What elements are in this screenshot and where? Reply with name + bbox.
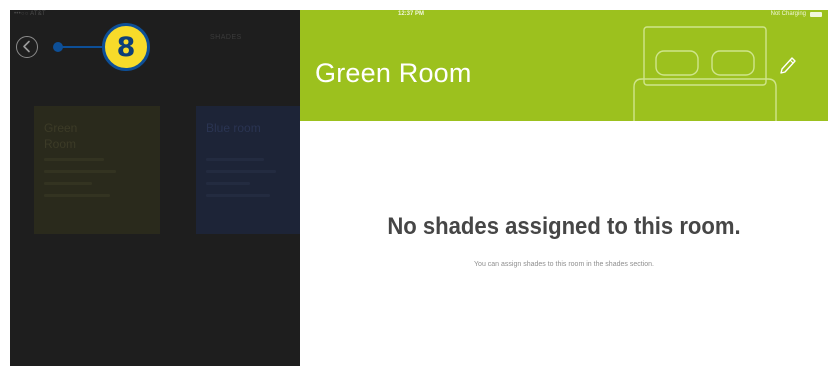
callout-badge: 8 xyxy=(102,23,150,71)
room-tile-green[interactable]: Green Room xyxy=(34,106,160,234)
empty-state-subtitle: You can assign shades to this room in th… xyxy=(474,261,654,268)
room-tile-label: Green Room xyxy=(44,120,77,152)
room-header: 12:37 PM Not Charging Green Room xyxy=(300,10,828,121)
app-screen: •••○○ AT&T SHADES Green Room Blue room 8… xyxy=(10,10,828,366)
chevron-left-icon xyxy=(23,40,30,53)
battery-icon xyxy=(810,12,822,17)
callout-line xyxy=(60,46,106,48)
room-detail-panel: 12:37 PM Not Charging Green Room No shad… xyxy=(300,10,828,366)
bed-icon xyxy=(633,26,777,121)
status-battery-text: Not Charging xyxy=(770,11,806,17)
back-button[interactable] xyxy=(16,36,38,58)
room-tile-label: Blue room xyxy=(206,120,261,136)
room-list-pane: •••○○ AT&T SHADES Green Room Blue room xyxy=(10,10,300,366)
left-pane-title: SHADES xyxy=(210,34,242,41)
pencil-icon[interactable] xyxy=(779,56,797,76)
room-tile-label-line2: Room xyxy=(44,137,77,151)
status-time: 12:37 PM xyxy=(398,11,425,17)
left-status-text: •••○○ AT&T xyxy=(14,11,46,17)
room-title: Green Room xyxy=(315,58,472,88)
room-tile-details xyxy=(44,158,118,206)
room-tile-details xyxy=(206,158,280,206)
room-tile-blue[interactable]: Blue room xyxy=(196,106,300,234)
callout-dot xyxy=(53,42,63,52)
empty-state-title: No shades assigned to this room. xyxy=(387,213,741,240)
room-tile-label-line1: Blue room xyxy=(206,121,261,135)
room-tile-label-line1: Green xyxy=(44,121,78,135)
